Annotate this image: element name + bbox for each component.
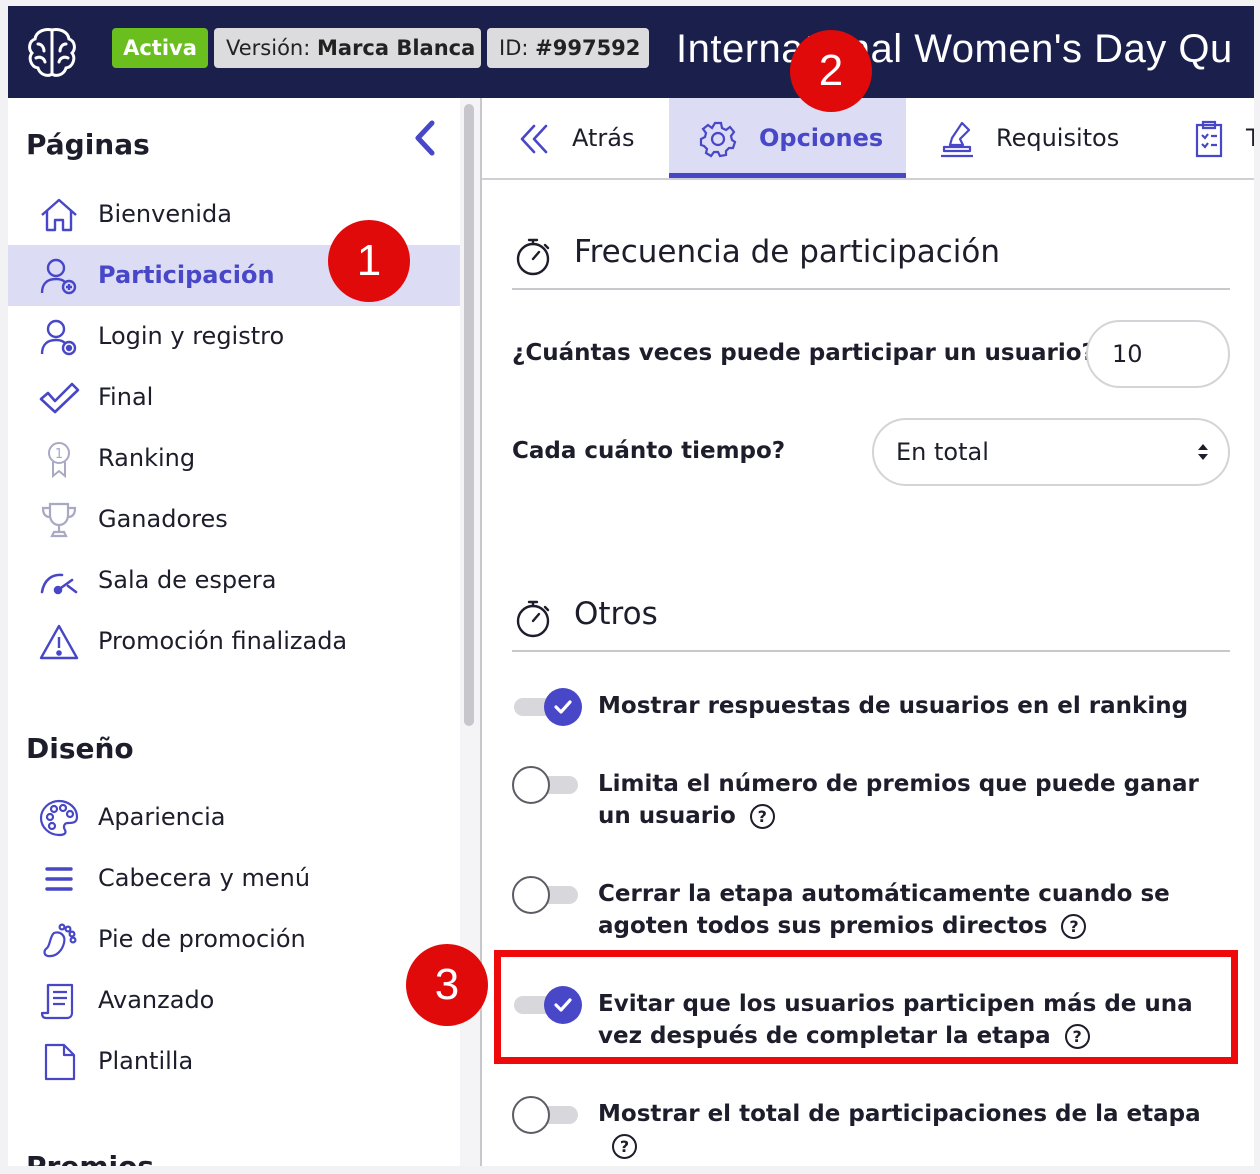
- sidebar-item-label: Login y registro: [98, 322, 285, 350]
- version-label: Versión:: [226, 36, 311, 60]
- sidebar-item-plantilla[interactable]: Plantilla: [8, 1031, 460, 1092]
- sidebar-item-label: Avanzado: [98, 986, 215, 1014]
- sidebar-item-label: Participación: [98, 261, 275, 289]
- home-icon: [41, 198, 77, 232]
- option-label: Mostrar respuestas de usuarios en el ran…: [598, 693, 1189, 719]
- period-label: Cada cuánto tiempo?: [512, 438, 786, 464]
- option-label: Mostrar el total de participaciones de l…: [598, 1098, 1238, 1162]
- toggle-show-total[interactable]: [512, 1096, 580, 1134]
- toggle-limit-prizes[interactable]: [512, 766, 580, 804]
- annotation-marker-2: 2: [790, 30, 872, 112]
- version-value: Marca Blanca: [317, 36, 476, 60]
- period-select[interactable]: En total: [872, 418, 1230, 486]
- help-icon[interactable]: ?: [749, 804, 775, 829]
- footprint-icon: [43, 923, 77, 958]
- frequency-section-title: Frecuencia de participación: [574, 234, 1001, 270]
- sidebar-item-label: Apariencia: [98, 803, 226, 831]
- clipboard-icon: [1195, 120, 1223, 158]
- sidebar-item-ganadores[interactable]: Ganadores: [8, 489, 460, 550]
- sidebar-item-sala-espera[interactable]: Sala de espera: [8, 550, 460, 611]
- option-label: Cerrar la etapa automáticamente cuando s…: [598, 881, 1170, 939]
- option-label: Limita el número de premios que puede ga…: [598, 771, 1199, 829]
- sidebar-item-label: Bienvenida: [98, 200, 232, 228]
- sidebar-item-label: Cabecera y menú: [98, 864, 311, 892]
- section-divider: [512, 288, 1230, 290]
- gauge-icon: [40, 573, 78, 595]
- sidebar-item-login[interactable]: Login y registro: [8, 306, 460, 367]
- sidebar-item-final[interactable]: Final: [8, 367, 460, 428]
- top-bar: Activa Versión: Marca Blanca ID: #997592…: [8, 6, 1254, 98]
- sidebar-item-label: Final: [98, 383, 154, 411]
- stopwatch-icon: [516, 600, 550, 638]
- help-icon[interactable]: ?: [612, 1134, 637, 1159]
- annotation-marker-1: 1: [328, 220, 410, 302]
- tab-bar: Atrás Opciones Requisitos T: [482, 98, 1254, 180]
- highlight-box: [494, 950, 1238, 1064]
- check-icon: [39, 382, 80, 414]
- status-badge: Activa: [112, 28, 208, 68]
- user-plus-icon: [40, 258, 77, 295]
- trophy-icon: [41, 502, 77, 538]
- version-badge: Versión: Marca Blanca: [214, 28, 481, 68]
- tab-requisitos[interactable]: Requisitos: [906, 98, 1156, 178]
- sidebar-item-label: Promoción finalizada: [98, 627, 348, 655]
- section-divider: [512, 650, 1230, 652]
- prizes-heading: Premios: [26, 1150, 154, 1166]
- times-label: ¿Cuántas veces puede participar un usuar…: [512, 340, 1095, 366]
- participation-count-input[interactable]: 10: [1086, 320, 1230, 388]
- annotation-marker-3: 3: [406, 944, 488, 1026]
- sidebar-item-label: Sala de espera: [98, 566, 277, 594]
- tab-atras[interactable]: Atrás: [482, 98, 669, 178]
- medal-icon: 1: [48, 442, 70, 478]
- user-at-icon: [40, 319, 77, 356]
- collapse-sidebar-icon[interactable]: [408, 118, 442, 158]
- pages-heading: Páginas: [26, 128, 150, 161]
- palette-icon: [39, 799, 79, 837]
- gear-icon: [699, 121, 737, 158]
- select-arrows-icon: [1198, 444, 1208, 460]
- stamp-icon: [941, 121, 973, 158]
- svg-text:1: 1: [55, 447, 63, 462]
- file-icon: [44, 1043, 76, 1081]
- id-label: ID:: [499, 36, 529, 60]
- sidebar-item-label: Ranking: [98, 444, 196, 472]
- design-heading: Diseño: [26, 732, 134, 765]
- sidebar-item-ranking[interactable]: 1 Ranking: [8, 428, 460, 489]
- toggle-show-answers-ranking[interactable]: [512, 688, 582, 726]
- tab-opciones[interactable]: Opciones: [669, 98, 906, 178]
- tab-label: T: [1246, 124, 1254, 152]
- stopwatch-icon: [516, 238, 550, 276]
- sidebar-item-avanzado[interactable]: Avanzado: [8, 970, 460, 1031]
- period-select-value: En total: [896, 438, 989, 466]
- sidebar-item-promocion-finalizada[interactable]: Promoción finalizada: [8, 611, 460, 672]
- sidebar-item-apariencia[interactable]: Apariencia: [8, 787, 460, 848]
- id-value: #997592: [535, 36, 641, 60]
- chevrons-left-icon: [520, 124, 548, 154]
- tab-label: Atrás: [572, 124, 635, 152]
- others-section-title: Otros: [574, 596, 658, 632]
- menu-icon: [45, 867, 73, 891]
- brain-logo-icon[interactable]: [24, 24, 80, 80]
- help-icon[interactable]: ?: [1061, 914, 1087, 939]
- sidebar-scrollbar-thumb[interactable]: [464, 104, 474, 726]
- promotion-title: International Women's Day Qu: [676, 27, 1233, 71]
- scroll-icon: [40, 983, 74, 1020]
- tab-label: Requisitos: [996, 124, 1120, 152]
- sidebar-item-pie[interactable]: Pie de promoción: [8, 909, 460, 970]
- check-icon: [554, 700, 572, 714]
- toggle-close-stage[interactable]: [512, 876, 580, 914]
- sidebar-item-label: Pie de promoción: [98, 925, 306, 953]
- tab-next[interactable]: T: [1156, 98, 1254, 178]
- warning-icon: [39, 624, 79, 660]
- sidebar-item-cabecera[interactable]: Cabecera y menú: [8, 848, 460, 909]
- id-badge: ID: #997592: [487, 28, 649, 68]
- sidebar-item-label: Ganadores: [98, 505, 228, 533]
- sidebar-item-label: Plantilla: [98, 1047, 194, 1075]
